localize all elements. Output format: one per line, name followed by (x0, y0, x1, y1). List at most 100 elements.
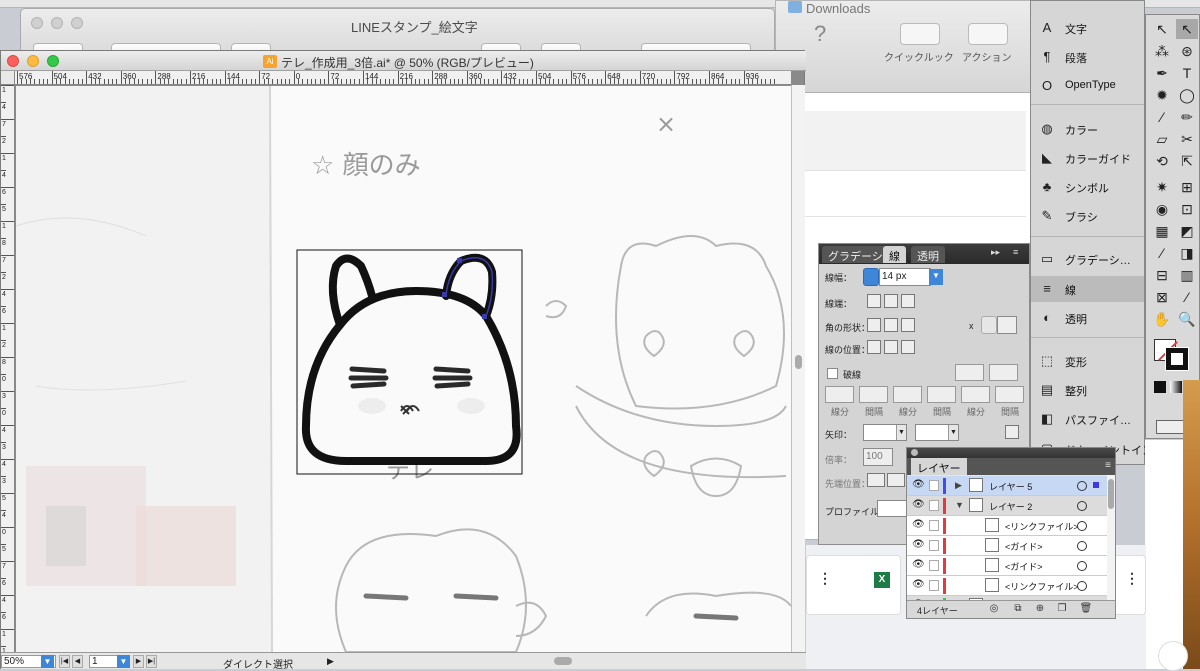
tool-button[interactable]: ⊞ (1176, 177, 1198, 197)
dashed-checkbox[interactable] (827, 368, 838, 379)
trash-icon[interactable]: 🗑 (1079, 603, 1093, 616)
butt-cap-button[interactable] (867, 294, 881, 308)
panel-item[interactable]: ¶ 段落 (1031, 44, 1144, 70)
tool-button[interactable]: ◨ (1176, 243, 1198, 263)
tool-button[interactable]: 🔍 (1176, 309, 1198, 329)
gap-field[interactable] (995, 386, 1024, 403)
panel-item[interactable]: ≡ 線 (1031, 276, 1144, 302)
layer-row[interactable]: 👁 ▼ レイヤー 2 (907, 496, 1107, 516)
tool-button[interactable]: ⁄ (1176, 287, 1198, 307)
target-circle[interactable] (1077, 541, 1087, 551)
lock-toggle[interactable] (929, 540, 939, 551)
action-gear-button[interactable] (968, 23, 1008, 45)
tool-button[interactable]: ↖ (1176, 19, 1198, 39)
tool-button[interactable]: ✒ (1151, 63, 1173, 83)
clipping-mask-icon[interactable]: ⧉ (1011, 603, 1025, 616)
lock-toggle[interactable] (929, 560, 939, 571)
tip-place-button[interactable] (887, 473, 905, 487)
vertical-ruler[interactable]: 1472146518724612803043435405764611 (1, 85, 15, 652)
selection-indicator[interactable] (1093, 482, 1099, 488)
layer-name[interactable]: <リンクファイル> (1005, 520, 1079, 533)
target-circle[interactable] (1077, 481, 1087, 491)
gap-field[interactable] (927, 386, 956, 403)
zoom-button[interactable] (71, 17, 83, 29)
limit-input[interactable] (997, 316, 1017, 334)
visibility-eye-icon[interactable]: 👁 (912, 560, 925, 570)
ruler-origin[interactable] (1, 71, 15, 85)
dash-field[interactable] (893, 386, 922, 403)
tab-gradient[interactable]: グラデーシ (822, 246, 889, 263)
tool-button[interactable]: ✂ (1176, 129, 1198, 149)
tool-button[interactable]: ↖ (1151, 19, 1173, 39)
scroll-thumb[interactable] (795, 355, 802, 369)
stroke-swatch[interactable] (1165, 347, 1189, 371)
scroll-thumb[interactable] (1108, 479, 1114, 509)
tool-button[interactable]: ▦ (1151, 221, 1173, 241)
layer-item-row[interactable]: 👁 <リンクファイル> (907, 576, 1107, 596)
panel-item[interactable]: ◣ カラーガイド (1031, 145, 1144, 171)
panel-item[interactable]: ⬚ 変形 (1031, 348, 1144, 374)
layer-item-row[interactable]: 👁 <ガイド> (907, 556, 1107, 576)
expand-toggle-icon[interactable]: ▶ (955, 480, 962, 491)
align-outside-button[interactable] (901, 340, 915, 354)
round-join-button[interactable] (884, 318, 898, 332)
locate-object-icon[interactable]: ◎ (987, 603, 1001, 616)
list-item[interactable] (786, 191, 1026, 217)
more-icon[interactable]: ⋮ (818, 570, 832, 587)
last-page-button[interactable]: ▶| (146, 655, 157, 668)
weight-stepper[interactable] (863, 268, 879, 286)
target-circle[interactable] (1077, 501, 1087, 511)
tab-transparency[interactable]: 透明 (911, 246, 945, 263)
excel-file-icon[interactable]: X (874, 572, 890, 588)
tool-button[interactable]: ✋ (1151, 309, 1173, 329)
target-circle[interactable] (1077, 521, 1087, 531)
tool-button[interactable]: ⁄ (1151, 243, 1173, 263)
weight-dropdown[interactable]: ▼ (929, 269, 943, 285)
tool-button[interactable]: ⊛ (1176, 41, 1198, 61)
lock-toggle[interactable] (929, 580, 939, 591)
gap-field[interactable] (859, 386, 888, 403)
panel-item[interactable]: ◐ 透明 (1031, 305, 1144, 331)
dash-preserve-button[interactable] (955, 364, 984, 381)
panel-item[interactable]: ◧ パスファイ… (1031, 406, 1144, 432)
visibility-eye-icon[interactable]: 👁 (912, 480, 925, 490)
visibility-eye-icon[interactable]: 👁 (912, 520, 925, 530)
round-cap-button[interactable] (884, 294, 898, 308)
gradient-mode-button[interactable] (1170, 381, 1182, 393)
tip-extend-button[interactable] (867, 473, 885, 487)
tool-button[interactable]: ✏ (1176, 107, 1198, 127)
vertical-scrollbar[interactable] (791, 85, 805, 652)
lock-toggle[interactable] (929, 500, 939, 511)
lock-toggle[interactable] (929, 520, 939, 531)
panel-menu-icon[interactable]: ≡ (1105, 460, 1111, 471)
panel-item[interactable]: A 文字 (1031, 15, 1144, 41)
target-circle[interactable] (1077, 581, 1087, 591)
screen-mode-button[interactable] (1156, 420, 1184, 434)
horizontal-scroll-thumb[interactable] (554, 657, 572, 665)
horizontal-ruler[interactable]: 576 504 432 360 288 216 144 72 0 72 144 216 288 360 43… (15, 71, 791, 85)
target-circle[interactable] (1077, 561, 1087, 571)
zoom-dropdown[interactable]: ▼ (41, 655, 54, 668)
tool-button[interactable]: ⇱ (1176, 151, 1198, 171)
quicklook-button[interactable] (900, 23, 940, 45)
artboard-canvas[interactable]: ☆ 顔のみ テレ × (16, 86, 791, 652)
tool-button[interactable]: ⊡ (1176, 199, 1198, 219)
dash-field[interactable] (961, 386, 990, 403)
panel-item[interactable]: ▤ 整列 (1031, 377, 1144, 403)
tool-button[interactable]: T (1176, 63, 1198, 83)
arrow-start-select[interactable]: ▼ (863, 424, 907, 441)
panel-item[interactable]: O OpenType (1031, 73, 1144, 99)
prev-page-button[interactable]: ◀ (72, 655, 83, 668)
first-page-button[interactable]: |◀ (59, 655, 70, 668)
tool-button[interactable]: ⟲ (1151, 151, 1173, 171)
panel-item[interactable]: ◍ カラー (1031, 116, 1144, 142)
tool-button[interactable]: ▥ (1176, 265, 1198, 285)
layer-item-row[interactable]: 👁 <リンクファイル> (907, 516, 1107, 536)
more-icon[interactable]: ⋮ (1125, 570, 1139, 587)
close-icon[interactable] (911, 449, 918, 456)
layer-item-row[interactable]: 👁 <ガイド> (907, 536, 1107, 556)
tool-button[interactable]: ◩ (1176, 221, 1198, 241)
panel-collapse-icon[interactable]: ▸▸ (991, 247, 1000, 258)
lock-toggle[interactable] (929, 480, 939, 491)
limit-stepper[interactable] (981, 316, 997, 334)
